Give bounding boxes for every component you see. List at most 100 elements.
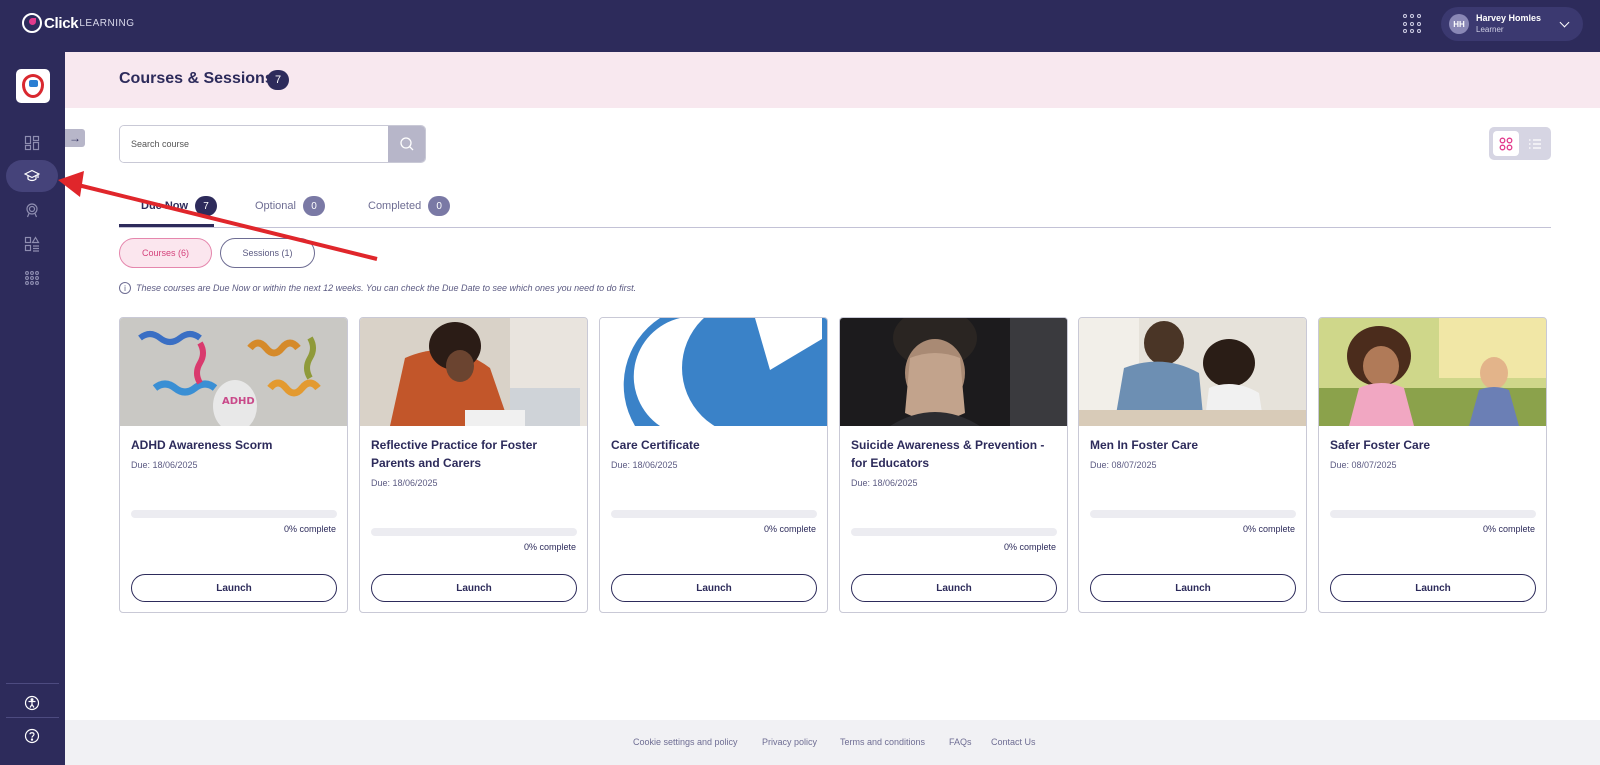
progress-text: 0% complete — [523, 542, 576, 552]
sidebar-item-help[interactable] — [6, 720, 58, 752]
sidebar-item-accessibility[interactable] — [6, 687, 58, 719]
launch-button[interactable]: Launch — [1090, 574, 1296, 602]
user-role: Learner — [1476, 25, 1504, 34]
footer-link-cookies[interactable]: Cookie settings and policy — [633, 737, 738, 747]
course-image — [600, 318, 827, 426]
course-card[interactable]: Reflective Practice for Foster Parents a… — [359, 317, 588, 613]
courses-filter-pill[interactable]: Courses (6) — [119, 238, 212, 268]
progress-text: 0% complete — [283, 524, 336, 534]
tab-due-now[interactable]: Due Now 7 — [119, 196, 218, 227]
course-title: ADHD Awareness Scorm — [131, 438, 273, 452]
progress-bar — [1090, 510, 1296, 518]
tab-optional[interactable]: Optional 0 — [255, 196, 325, 216]
tab-count-badge: 0 — [302, 196, 325, 216]
svg-text:ADHD: ADHD — [222, 396, 255, 407]
due-date: Due: 18/06/2025 — [611, 460, 678, 470]
course-image — [840, 318, 1067, 426]
launch-button[interactable]: Launch — [131, 574, 337, 602]
page-header: Courses & Sessions 7 — [65, 52, 1600, 108]
progress-bar — [851, 528, 1057, 536]
search-button[interactable] — [388, 126, 425, 162]
list-icon — [1529, 138, 1541, 149]
view-toggle — [1489, 127, 1551, 160]
due-info-message: i These courses are Due Now or within th… — [119, 282, 636, 294]
course-card[interactable]: Care Certificate Due: 18/06/2025 0% comp… — [599, 317, 828, 613]
active-tab-indicator — [119, 224, 214, 227]
grid-view-button[interactable] — [1493, 131, 1519, 156]
top-bar: Click LEARNING HH Harvey Homles Learner — [0, 0, 1600, 52]
user-menu[interactable]: HH Harvey Homles Learner — [1441, 7, 1583, 41]
tab-count-badge: 0 — [428, 196, 451, 216]
sessions-filter-pill[interactable]: Sessions (1) — [220, 238, 315, 268]
award-icon — [26, 203, 38, 218]
due-date: Due: 08/07/2025 — [1330, 460, 1397, 470]
divider — [6, 683, 59, 684]
page-title: Courses & Sessions — [119, 70, 274, 87]
apps-grid-icon[interactable] — [1403, 14, 1423, 34]
course-title: Care Certificate — [611, 438, 700, 452]
search-input[interactable] — [120, 126, 389, 162]
accessibility-icon — [24, 695, 40, 711]
footer-link-privacy[interactable]: Privacy policy — [762, 737, 817, 747]
tab-count-badge: 7 — [195, 196, 218, 216]
dashboard-icon — [24, 135, 40, 151]
course-card[interactable]: ADHD ADHD Awareness Scorm Due: 18/06/202… — [119, 317, 348, 613]
user-name: Harvey Homles — [1476, 13, 1542, 23]
course-title: Suicide Awareness & Prevention - for Edu… — [851, 438, 1045, 470]
info-icon: i — [119, 282, 131, 294]
course-image — [1319, 318, 1546, 426]
due-date: Due: 18/06/2025 — [851, 478, 918, 488]
apps-grid-icon — [25, 271, 39, 285]
tab-completed[interactable]: Completed 0 — [368, 196, 451, 216]
grid-icon — [1499, 137, 1513, 150]
course-image: ADHD — [120, 318, 347, 426]
graduation-cap-icon — [24, 169, 40, 182]
course-title: Reflective Practice for Foster Parents a… — [371, 438, 538, 470]
footer-link-terms[interactable]: Terms and conditions — [840, 737, 925, 747]
progress-bar — [371, 528, 577, 536]
courses-count-badge: 7 — [267, 70, 289, 90]
chevron-down-icon — [1559, 17, 1570, 28]
logo-icon — [22, 13, 42, 33]
sidebar-item-catalogue[interactable] — [6, 228, 58, 260]
due-date: Due: 08/07/2025 — [1090, 460, 1157, 470]
progress-bar — [1330, 510, 1536, 518]
sidebar-item-more-apps[interactable] — [6, 262, 58, 294]
sidebar-item-courses[interactable] — [6, 160, 58, 192]
launch-button[interactable]: Launch — [851, 574, 1057, 602]
progress-text: 0% complete — [1242, 524, 1295, 534]
course-card[interactable]: Suicide Awareness & Prevention - for Edu… — [839, 317, 1068, 613]
click-learning-logo[interactable]: Click LEARNING — [22, 13, 134, 33]
progress-text: 0% complete — [1482, 524, 1535, 534]
organisation-logo[interactable] — [16, 69, 50, 103]
sidebar-item-dashboard[interactable] — [6, 127, 58, 159]
progress-bar — [131, 510, 337, 518]
launch-button[interactable]: Launch — [1330, 574, 1536, 602]
list-view-button[interactable] — [1522, 131, 1548, 156]
course-card[interactable]: Safer Foster Care Due: 08/07/2025 0% com… — [1318, 317, 1547, 613]
progress-bar — [611, 510, 817, 518]
sidebar-expand-button[interactable]: → — [65, 129, 85, 147]
launch-button[interactable]: Launch — [371, 574, 577, 602]
course-image — [360, 318, 587, 426]
due-date: Due: 18/06/2025 — [131, 460, 198, 470]
due-date: Due: 18/06/2025 — [371, 478, 438, 488]
launch-button[interactable]: Launch — [611, 574, 817, 602]
divider — [6, 717, 59, 718]
avatar: HH — [1449, 14, 1469, 34]
footer-link-contact[interactable]: Contact Us — [991, 737, 1036, 747]
progress-text: 0% complete — [763, 524, 816, 534]
catalogue-icon — [24, 236, 40, 252]
sidebar — [0, 52, 65, 765]
search-icon — [399, 137, 413, 151]
sidebar-item-achievements[interactable] — [6, 194, 58, 226]
course-title: Safer Foster Care — [1330, 438, 1431, 452]
footer-link-faqs[interactable]: FAQs — [949, 737, 972, 747]
help-icon — [24, 728, 40, 744]
footer: Cookie settings and policy Privacy polic… — [65, 720, 1600, 765]
progress-text: 0% complete — [1003, 542, 1056, 552]
status-tabs: Due Now 7 Optional 0 Completed 0 — [119, 190, 1551, 228]
course-card[interactable]: Men In Foster Care Due: 08/07/2025 0% co… — [1078, 317, 1307, 613]
course-title: Men In Foster Care — [1090, 438, 1199, 452]
course-image — [1079, 318, 1306, 426]
